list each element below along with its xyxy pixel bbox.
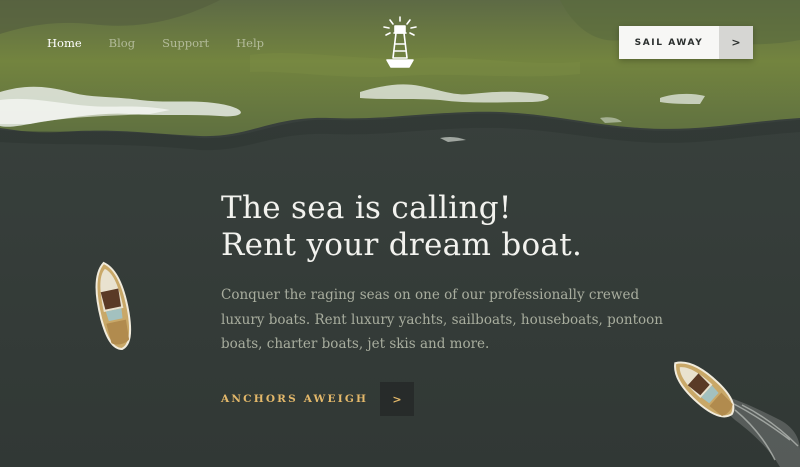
hero-title-line-1: The sea is calling! [221,190,512,226]
sail-away-label[interactable]: SAIL AWAY [619,26,719,59]
anchors-aweigh-button[interactable]: ANCHORS AWEIGH > [221,382,414,416]
nav-item-blog[interactable]: Blog [109,36,135,50]
sail-away-arrow-icon[interactable]: > [719,26,753,59]
sail-away-button[interactable]: SAIL AWAY > [619,26,753,59]
main-nav: Home Blog Support Help [47,36,291,50]
nav-item-help[interactable]: Help [236,36,264,50]
hero-description: Conquer the raging seas on one of our pr… [221,287,663,352]
hero-title: The sea is calling! Rent your dream boat… [221,190,582,264]
anchors-aweigh-arrow-icon[interactable]: > [380,382,414,416]
boat-image-right [662,350,748,434]
lighthouse-icon[interactable] [380,16,420,70]
nav-item-support[interactable]: Support [162,36,209,50]
hero-title-line-2: Rent your dream boat. [221,227,583,263]
boat-image-left [90,260,136,358]
anchors-aweigh-label[interactable]: ANCHORS AWEIGH [221,393,380,405]
nav-item-home[interactable]: Home [47,36,82,50]
